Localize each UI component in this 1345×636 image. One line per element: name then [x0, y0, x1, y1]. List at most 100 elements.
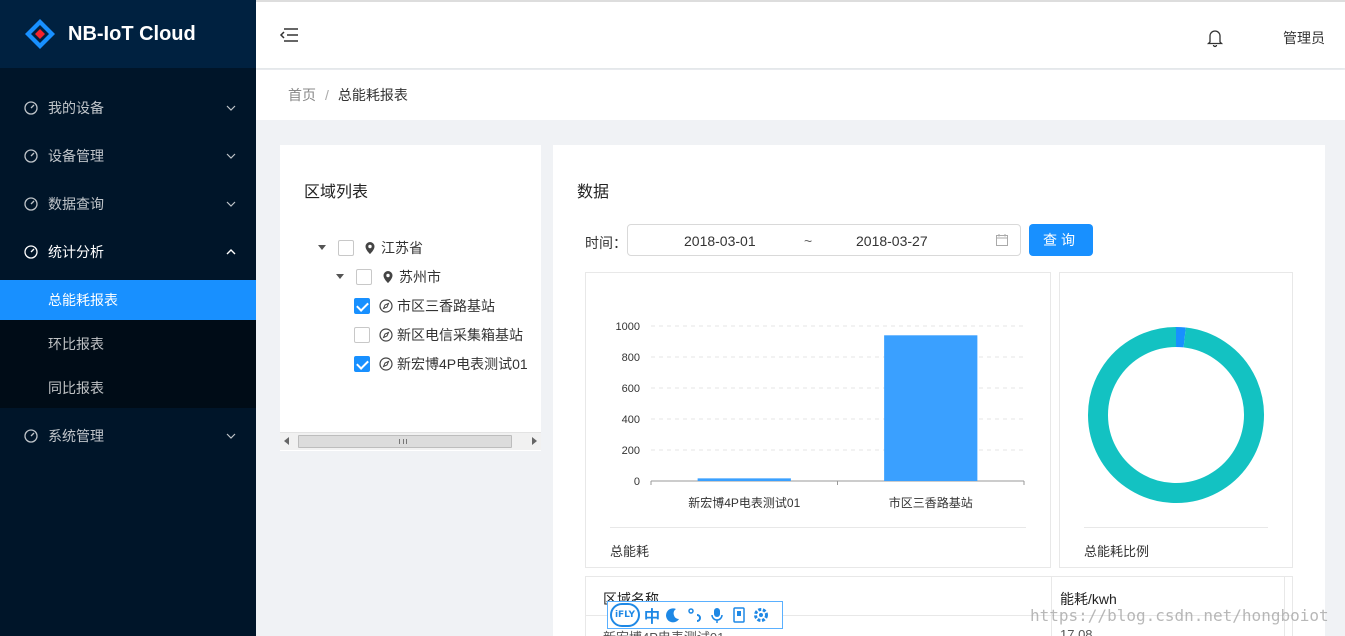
- end-date[interactable]: 2018-03-27: [856, 233, 928, 249]
- range-separator: ~: [804, 233, 813, 249]
- sidebar-item-label: 设备管理: [48, 148, 104, 164]
- tree-checkbox[interactable]: [354, 355, 370, 372]
- tree-checkbox[interactable]: [338, 239, 354, 256]
- data-title: 数据: [577, 184, 610, 201]
- sidebar-item-device-management[interactable]: 设备管理: [0, 132, 256, 180]
- logo[interactable]: NB-IoT Cloud: [0, 0, 256, 68]
- tree-node-station[interactable]: 新区电信采集箱基站: [318, 320, 541, 349]
- sidebar-item-my-devices[interactable]: 我的设备: [0, 84, 256, 132]
- sidebar-item-label: 统计分析: [48, 244, 104, 260]
- dashboard-icon: [24, 149, 38, 163]
- bar: [697, 478, 791, 481]
- bar-chart: 0 200 400 600 800 1000 新宏博4P电表测试01 市区三香路基站: [616, 321, 1025, 510]
- dashboard-icon: [24, 245, 38, 259]
- bar-chart-footer: 总能耗: [610, 544, 650, 559]
- breadcrumb-current: 总能耗报表: [337, 87, 408, 103]
- tree-horizontal-scrollbar[interactable]: [280, 432, 541, 450]
- sidebar-subitem-total-energy[interactable]: 总能耗报表: [0, 280, 256, 320]
- donut-slice: [1088, 327, 1264, 503]
- divider: [610, 527, 1026, 528]
- region-tree: 江苏省 苏州市 市区三香路基站 新区电信采集箱基站 新宏博4P电表测试01: [318, 233, 541, 378]
- dashboard-icon: [24, 197, 38, 211]
- donut-chart-footer: 总能耗比例: [1084, 544, 1150, 559]
- tree-node-label: 新区电信采集箱基站: [397, 326, 523, 343]
- region-list-card: 区域列表 江苏省 苏州市 市区三香路基站 新区电信采集箱基站 新宏博4P电表测试…: [280, 145, 541, 451]
- scroll-left-icon[interactable]: [284, 437, 289, 445]
- caret-down-icon[interactable]: [318, 245, 326, 250]
- location-pin-icon: [383, 270, 393, 283]
- y-tick-label: 0: [634, 476, 640, 488]
- sidebar-subitem-yoy-report[interactable]: 同比报表: [0, 368, 256, 408]
- sidebar-subitem-mom-report[interactable]: 环比报表: [0, 324, 256, 364]
- y-tick-label: 1000: [616, 321, 640, 333]
- query-button[interactable]: 查询: [1029, 224, 1093, 256]
- breadcrumb-home[interactable]: 首页: [288, 85, 316, 105]
- divider: [1084, 527, 1268, 528]
- watermark: https://blog.csdn.net/hongboiot: [1030, 606, 1329, 625]
- y-tick-label: 800: [622, 352, 640, 364]
- chevron-down-icon: [226, 433, 236, 439]
- sidebar-menu: 我的设备 设备管理 数据查询 统计分析 总能耗报表 环比报表 同比报表 系统管理: [0, 68, 256, 460]
- region-list-title: 区域列表: [304, 184, 369, 201]
- logo-diamond-icon: [25, 19, 55, 49]
- moon-icon[interactable]: [664, 606, 682, 624]
- donut-chart: [1088, 327, 1264, 503]
- compass-icon: [379, 327, 393, 342]
- sidebar-item-label: 我的设备: [48, 100, 104, 116]
- dashboard-icon: [24, 101, 38, 115]
- app-title: NB-IoT Cloud: [68, 22, 196, 45]
- sidebar: NB-IoT Cloud 我的设备 设备管理 数据查询 统计分析 总能耗报表 环…: [0, 0, 256, 636]
- calendar-icon[interactable]: [996, 234, 1008, 246]
- sidebar-item-system-management[interactable]: 系统管理: [0, 412, 256, 460]
- bar-chart-panel: 0 200 400 600 800 1000 新宏博4P电表测试01 市区三香路基站 总能耗: [585, 272, 1051, 568]
- table-cell-energy: 17.08: [1060, 627, 1093, 636]
- y-tick-label: 400: [622, 414, 640, 426]
- scroll-right-icon[interactable]: [532, 437, 537, 445]
- tree-node-station[interactable]: 市区三香路基站: [318, 291, 541, 320]
- donut-chart-panel: 总能耗比例: [1059, 272, 1293, 568]
- caret-down-icon[interactable]: [336, 274, 344, 279]
- location-pin-icon: [365, 241, 375, 254]
- tree-node-station[interactable]: 新宏博4P电表测试01: [318, 349, 541, 378]
- bell-icon[interactable]: [1206, 28, 1224, 48]
- breadcrumb: 首页 / 总能耗报表: [256, 70, 1345, 120]
- tree-checkbox[interactable]: [354, 297, 370, 314]
- microphone-icon[interactable]: [708, 606, 726, 624]
- dashboard-icon: [24, 429, 38, 443]
- gear-icon[interactable]: [752, 606, 770, 624]
- chevron-down-icon: [226, 153, 236, 159]
- tree-node-label: 市区三香路基站: [397, 297, 495, 314]
- compass-icon: [379, 298, 393, 313]
- tree-node-label: 江苏省: [381, 239, 423, 256]
- x-tick-label: 市区三香路基站: [889, 495, 973, 510]
- data-card: 数据 时间： 2018-03-01 ~ 2018-03-27 查询 0 200 40…: [553, 145, 1325, 636]
- start-date[interactable]: 2018-03-01: [684, 233, 756, 249]
- sidebar-item-statistics[interactable]: 统计分析: [0, 228, 256, 276]
- punctuation-icon[interactable]: [686, 606, 704, 624]
- sidebar-item-label: 数据查询: [48, 196, 104, 212]
- chevron-up-icon: [226, 249, 236, 255]
- tree-node-city[interactable]: 苏州市: [318, 262, 541, 291]
- date-range-picker[interactable]: 2018-03-01 ~ 2018-03-27: [627, 224, 1021, 256]
- time-label: 时间：: [585, 235, 627, 251]
- statistics-submenu: 总能耗报表 环比报表 同比报表: [0, 280, 256, 408]
- user-menu[interactable]: 管理员: [1283, 28, 1325, 48]
- tree-checkbox[interactable]: [354, 326, 370, 343]
- bar: [884, 335, 978, 481]
- tree-node-province[interactable]: 江苏省: [318, 233, 541, 262]
- sidebar-item-label: 系统管理: [48, 428, 104, 444]
- compass-icon: [379, 356, 393, 371]
- sidebar-item-data-query[interactable]: 数据查询: [0, 180, 256, 228]
- breadcrumb-separator: /: [325, 87, 329, 103]
- chevron-down-icon: [226, 201, 236, 207]
- scrollbar-thumb[interactable]: [298, 435, 512, 448]
- grip-icon: [399, 439, 407, 444]
- ime-lang-toggle[interactable]: 中: [644, 603, 660, 627]
- x-tick-label: 新宏博4P电表测试01: [688, 495, 800, 510]
- menu-fold-icon[interactable]: [278, 26, 300, 44]
- ime-toolbar[interactable]: iFLY 中: [607, 601, 783, 629]
- keyboard-icon[interactable]: [730, 606, 748, 624]
- tree-checkbox[interactable]: [356, 268, 372, 285]
- top-header: 管理员: [256, 0, 1345, 68]
- ifly-logo[interactable]: iFLY: [610, 603, 640, 627]
